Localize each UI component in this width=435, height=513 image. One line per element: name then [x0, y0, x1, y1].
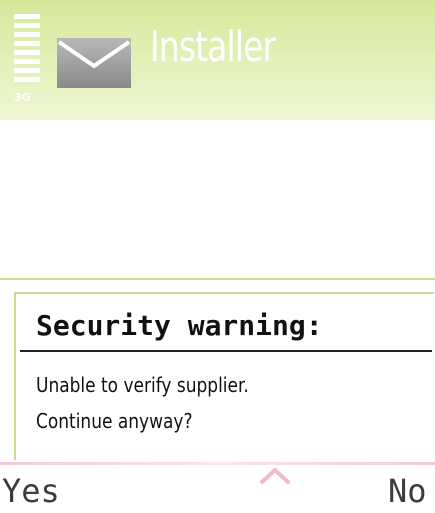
content-divider	[0, 278, 435, 280]
chevron-up-icon[interactable]	[258, 466, 292, 486]
app-title: Installer	[150, 22, 276, 71]
dialog-message-line-1: Unable to verify supplier.	[36, 373, 249, 397]
network-type-label: 3G	[14, 91, 31, 104]
dialog-message-line-2: Continue anyway?	[36, 409, 193, 433]
softkey-bar: Yes No	[0, 462, 435, 513]
envelope-icon	[57, 38, 131, 88]
yes-softkey[interactable]: Yes	[2, 472, 60, 510]
dialog-divider	[20, 350, 432, 352]
title-bar: 3G Installer	[0, 0, 435, 120]
content-area	[0, 120, 435, 280]
signal-strength-icon: 3G	[14, 14, 40, 114]
softkey-divider	[0, 462, 435, 465]
dialog-title: Security warning:	[36, 309, 323, 342]
installer-screen: 3G Installer Security warning: Unable to…	[0, 0, 435, 513]
security-warning-dialog: Security warning: Unable to verify suppl…	[14, 292, 434, 460]
no-softkey[interactable]: No	[388, 472, 427, 510]
